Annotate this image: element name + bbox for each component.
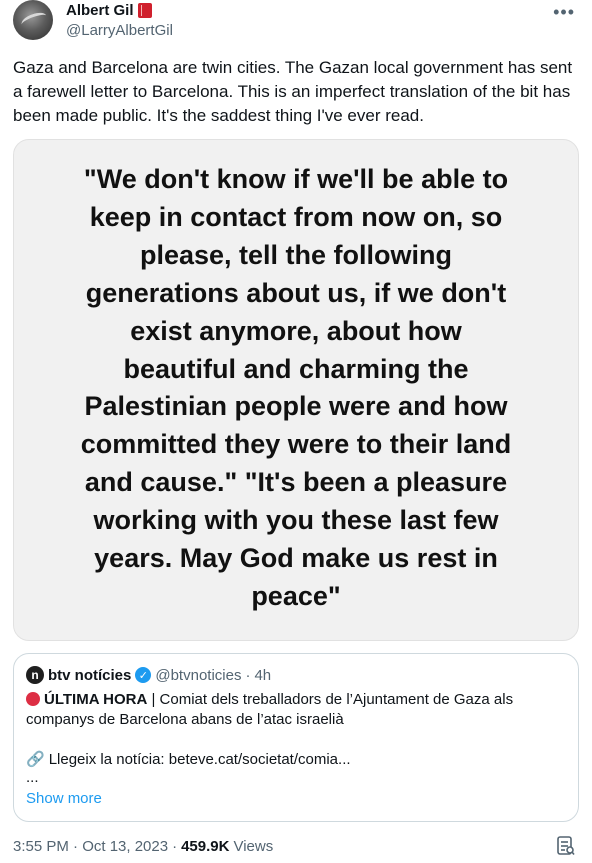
verified-badge-icon: ✓: [135, 667, 152, 683]
author-display-name[interactable]: Albert Gil: [66, 2, 134, 19]
separator-dot: ·: [245, 666, 251, 684]
show-more-link[interactable]: Show more: [26, 790, 102, 807]
quoted-body: ÚLTIMA HORA | Comiat dels treballadors d…: [26, 690, 566, 730]
meta-separator: ·: [172, 838, 178, 855]
tweet-text: Gaza and Barcelona are twin cities. The …: [13, 58, 573, 125]
analytics-icon[interactable]: [557, 836, 575, 856]
red-book-icon: [137, 3, 152, 18]
tweet-timestamp[interactable]: 3:55 PM · Oct 13, 2023: [13, 838, 168, 855]
tweet-image[interactable]: "We don't know if we'll be able to keep …: [13, 139, 579, 641]
avatar[interactable]: [13, 0, 53, 40]
breaking-label: ÚLTIMA HORA: [44, 691, 148, 708]
image-quote-text: "We don't know if we'll be able to keep …: [80, 164, 512, 611]
views-label: Views: [233, 838, 274, 855]
more-icon[interactable]: •••: [553, 2, 575, 23]
article-link[interactable]: beteve.cat/societat/comia...: [169, 751, 351, 768]
link-prefix: Llegeix la notícia:: [48, 751, 169, 768]
quoted-tweet[interactable]: n btv notícies ✓ @btvnoticies · 4h ÚLTIM…: [13, 653, 579, 822]
tweet-meta: 3:55 PM · Oct 13, 2023 · 459.9K Views: [13, 838, 273, 855]
btv-logo-icon: n: [26, 666, 44, 684]
quoted-link-line: 🔗 Llegeix la notícia: beteve.cat/societat…: [26, 750, 351, 770]
quoted-timestamp[interactable]: 4h: [254, 667, 271, 684]
quoted-ellipsis: ...: [26, 769, 39, 786]
quoted-author-row: n btv notícies ✓ @btvnoticies · 4h: [26, 666, 271, 684]
quoted-author-handle[interactable]: @btvnoticies: [155, 667, 241, 684]
quoted-author-name[interactable]: btv notícies: [48, 667, 131, 684]
link-icon: 🔗: [26, 751, 45, 768]
author-handle[interactable]: @LarryAlbertGil: [66, 22, 173, 39]
views-count: 459.9K: [181, 838, 230, 855]
tweet-header: Albert Gil @LarryAlbertGil •••: [13, 0, 579, 44]
breaking-dot-icon: [26, 692, 40, 706]
author-name-row[interactable]: Albert Gil: [66, 2, 152, 19]
